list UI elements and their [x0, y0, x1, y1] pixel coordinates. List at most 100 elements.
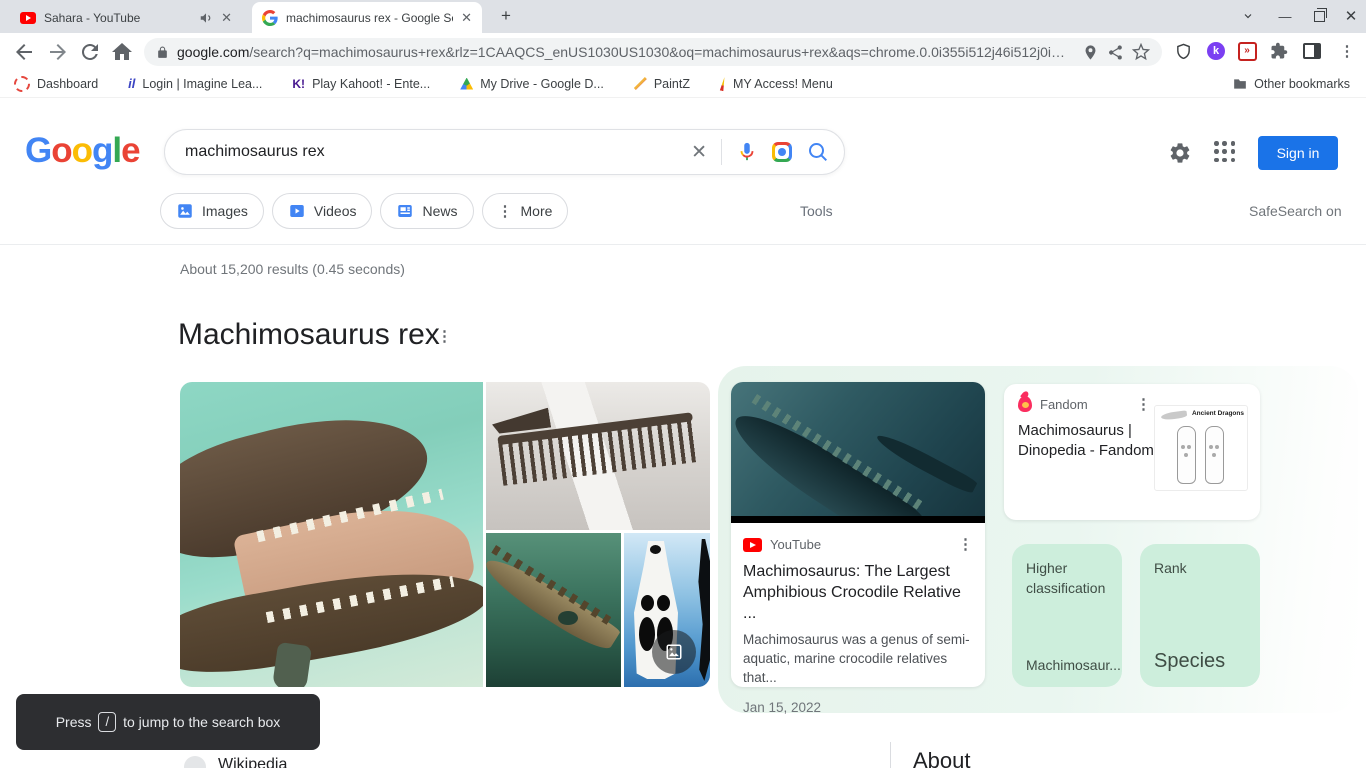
- side-panel-icon[interactable]: [1302, 41, 1322, 61]
- search-query-text[interactable]: machimosaurus rex: [185, 143, 677, 161]
- card-menu-icon[interactable]: ⋮: [1136, 397, 1151, 412]
- extension-adblock-icon[interactable]: »: [1237, 41, 1257, 61]
- back-button[interactable]: [12, 40, 36, 64]
- google-favicon-icon: [262, 9, 278, 26]
- fact-card-rank[interactable]: Rank Species: [1140, 544, 1260, 687]
- bookmark-star-icon[interactable]: [1132, 43, 1150, 61]
- fact-card-higher-classification[interactable]: Higher classification Machimosaur...: [1012, 544, 1122, 687]
- tab-sahara-youtube[interactable]: Sahara - YouTube ✕: [10, 2, 242, 33]
- tab-close-icon[interactable]: ✕: [461, 11, 472, 24]
- bookmark-label: Dashboard: [37, 76, 99, 91]
- news-icon: [398, 205, 413, 217]
- bookmark-dashboard[interactable]: Dashboard: [14, 75, 99, 92]
- other-bookmarks-button[interactable]: Other bookmarks: [1233, 70, 1350, 98]
- forward-button[interactable]: [46, 40, 70, 64]
- search-by-image-icon[interactable]: [772, 142, 792, 162]
- tab-strip: Sahara - YouTube ✕ machimosaurus rex - G…: [0, 0, 1366, 33]
- fact-label: Rank: [1154, 560, 1187, 576]
- video-title[interactable]: Machimosaurus: The Largest Amphibious Cr…: [743, 562, 973, 624]
- kami-glyph: k: [1207, 42, 1225, 60]
- images-icon: [178, 204, 192, 218]
- fact-value[interactable]: Machimosaur...: [1026, 657, 1121, 673]
- bookmark-kahoot[interactable]: K! Play Kahoot! - Ente...: [292, 77, 430, 91]
- address-bar[interactable]: google.com/search?q=machimosaurus+rex&rl…: [144, 38, 1162, 66]
- bookmark-google-drive[interactable]: My Drive - Google D...: [460, 77, 604, 91]
- tab-close-icon[interactable]: ✕: [221, 11, 232, 24]
- youtube-result-card[interactable]: YouTube ⋮ Machimosaurus: The Largest Amp…: [731, 382, 985, 715]
- about-section-heading: About: [913, 748, 971, 768]
- bookmark-paintz[interactable]: PaintZ: [633, 76, 690, 91]
- title-menu-icon[interactable]: ⋮: [437, 329, 452, 344]
- sign-in-button[interactable]: Sign in: [1258, 136, 1338, 170]
- image-icon: [666, 644, 682, 660]
- source-name: Fandom: [1040, 396, 1088, 412]
- restore-icon: [1313, 7, 1327, 22]
- chip-label: News: [422, 203, 458, 219]
- lock-icon: [158, 46, 167, 58]
- tab-google-search[interactable]: machimosaurus rex - Google Sea ✕: [252, 2, 482, 33]
- browser-toolbar: google.com/search?q=machimosaurus+rex&rl…: [0, 33, 1366, 70]
- dashboard-icon: [14, 75, 30, 92]
- bookmark-label: PaintZ: [653, 76, 690, 91]
- wikipedia-source-label[interactable]: Wikipedia: [218, 756, 287, 768]
- collage-image-fossil-skeleton[interactable]: [486, 382, 710, 530]
- bookmark-label: Play Kahoot! - Ente...: [312, 76, 431, 91]
- window-minimize-button[interactable]: —: [1277, 8, 1293, 24]
- tab-search-chevron-icon[interactable]: [1240, 8, 1256, 24]
- search-icon[interactable]: [806, 140, 830, 164]
- tab-news[interactable]: News: [380, 193, 474, 229]
- safesearch-status[interactable]: SafeSearch on: [1249, 203, 1342, 219]
- location-pin-icon[interactable]: [1082, 44, 1099, 61]
- result-stats: About 15,200 results (0.45 seconds): [180, 261, 405, 277]
- tab-videos[interactable]: Videos: [271, 193, 373, 229]
- window-restore-button[interactable]: [1311, 7, 1327, 24]
- google-apps-icon[interactable]: [1214, 141, 1236, 163]
- bookmark-imagine-learning[interactable]: il Login | Imagine Lea...: [128, 76, 262, 91]
- clear-search-icon[interactable]: ✕: [691, 143, 707, 162]
- folder-icon: [1234, 79, 1246, 89]
- youtube-logo-icon: [743, 537, 762, 552]
- chip-label: Images: [202, 203, 248, 219]
- wikipedia-favicon: [184, 756, 206, 768]
- settings-gear-icon[interactable]: [1168, 141, 1192, 165]
- paintz-icon: [633, 77, 647, 90]
- tab-audio-icon[interactable]: [199, 11, 213, 25]
- thumbnail-caption: Ancient Dragons: [1191, 410, 1244, 417]
- extensions-puzzle-icon[interactable]: [1269, 41, 1289, 61]
- tab-images[interactable]: Images: [160, 193, 264, 229]
- share-icon[interactable]: [1107, 44, 1124, 61]
- header-divider: [0, 244, 1366, 245]
- extension-kami-icon[interactable]: k: [1206, 41, 1226, 61]
- home-button[interactable]: [110, 40, 134, 64]
- more-icon: ⋮: [497, 202, 513, 220]
- browser-menu-icon[interactable]: ⋮: [1337, 41, 1357, 61]
- fact-value: Species: [1154, 650, 1226, 672]
- search-box[interactable]: machimosaurus rex ✕: [164, 129, 845, 175]
- chip-label: More: [520, 203, 553, 219]
- google-logo[interactable]: Google: [25, 131, 141, 171]
- fandom-thumbnail[interactable]: Ancient Dragons: [1154, 405, 1248, 491]
- tab-more[interactable]: ⋮ More: [481, 193, 569, 229]
- more-images-badge[interactable]: [652, 630, 696, 674]
- card-menu-icon[interactable]: ⋮: [958, 537, 973, 552]
- video-thumbnail[interactable]: [731, 382, 985, 523]
- tools-button[interactable]: Tools: [800, 203, 833, 219]
- voice-search-icon[interactable]: [736, 141, 758, 163]
- page-title: Machimosaurus rex: [178, 318, 440, 351]
- url-text: google.com/search?q=machimosaurus+rex&rl…: [177, 44, 1074, 60]
- extension-shield-icon[interactable]: [1173, 41, 1193, 61]
- kahoot-icon: K!: [292, 76, 306, 91]
- imagine-learning-icon: il: [128, 76, 136, 91]
- new-tab-button[interactable]: +: [496, 6, 516, 26]
- browser-window: Sahara - YouTube ✕ machimosaurus rex - G…: [0, 0, 1366, 768]
- fandom-result-card[interactable]: Fandom ⋮ Machimosaurus | Dinopedia - Fan…: [1004, 384, 1260, 520]
- fandom-title[interactable]: Machimosaurus | Dinopedia - Fandom: [1018, 421, 1158, 462]
- source-name: YouTube: [770, 537, 822, 552]
- window-close-button[interactable]: ✕: [1343, 8, 1359, 25]
- panel-section-divider: [890, 742, 891, 768]
- bookmark-my-access[interactable]: MY Access! Menu: [720, 77, 833, 91]
- reload-button[interactable]: [78, 40, 102, 64]
- collage-image-crocodile-closeup[interactable]: [180, 382, 483, 687]
- google-drive-icon: [460, 77, 474, 90]
- collage-image-underwater-scene[interactable]: [486, 533, 621, 687]
